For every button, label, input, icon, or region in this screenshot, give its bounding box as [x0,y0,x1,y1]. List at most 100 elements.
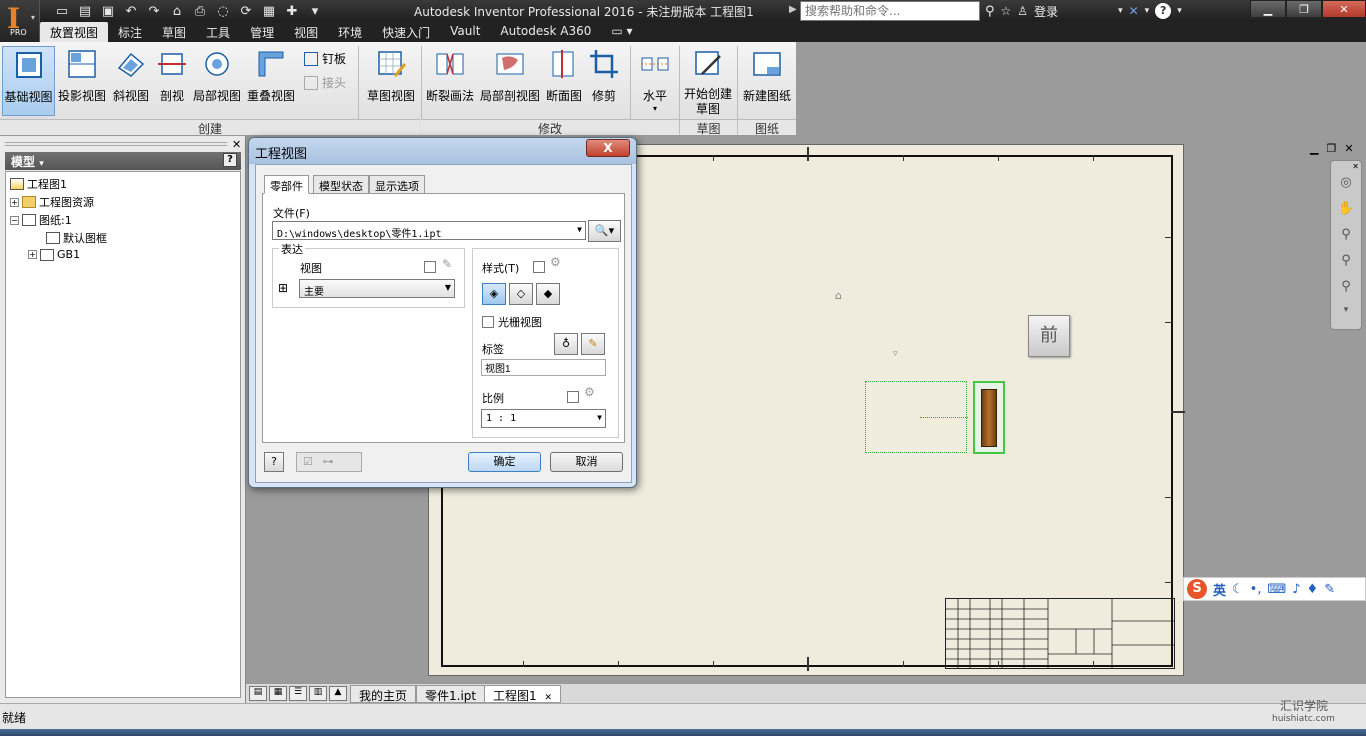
tab-my-home[interactable]: 我的主页 [350,685,417,703]
open-folder-icon[interactable]: ▤ [75,2,95,20]
slice-button[interactable]: 断面图 [544,46,584,116]
horizontal-align-button[interactable]: 水平 ▾ [634,46,676,116]
zoom-all-icon[interactable]: ⚲ [1335,279,1357,299]
tab-view[interactable]: 视图 [284,22,328,42]
moon-icon[interactable]: ☾ [1232,582,1244,597]
tree-item-title-block[interactable]: + GB1 [28,248,80,261]
login-label[interactable]: 登录 [1034,3,1058,20]
tab-annotate[interactable]: 标注 [108,22,152,42]
detail-view-button[interactable]: 局部视图 [191,46,243,116]
label-visibility-button[interactable]: ♁ [554,333,578,355]
doc-close-icon[interactable]: ✕ [1344,142,1353,155]
tab-manage[interactable]: 管理 [240,22,284,42]
tab-vault[interactable]: Vault [440,22,490,42]
navbar-close-icon[interactable]: ✕ [1352,162,1359,171]
add-icon[interactable]: ✚ [282,2,302,20]
doc-minimize-icon[interactable]: ▁ [1310,142,1318,155]
minimize-button[interactable]: ▁ [1250,0,1286,18]
raster-view-checkbox[interactable] [482,316,494,328]
view-associative-checkbox[interactable] [424,261,436,273]
help-dropdown-icon[interactable]: ▾ [1145,6,1150,16]
scale-associative-checkbox[interactable] [567,391,579,403]
part-preview[interactable] [973,381,1005,454]
nailboard-button[interactable]: 钉板 [304,50,346,67]
ime-language-toggle[interactable]: 英 [1213,580,1226,599]
document-list-icon[interactable]: ▲ [329,686,347,701]
tab-place-views[interactable]: 放置视图 [40,22,109,42]
browser-close-icon[interactable]: ✕ [232,138,241,151]
tree-item-drawing[interactable]: 工程图1 [10,176,67,192]
projected-view-button[interactable]: 投影视图 [57,46,107,116]
star-icon[interactable]: ☆ [1001,4,1012,18]
tab-environment[interactable]: 环境 [328,22,372,42]
tree-item-default-border[interactable]: 默认图框 [46,230,107,246]
new-file-icon[interactable]: ▭ [52,2,72,20]
measure-icon[interactable]: ▦ [259,2,279,20]
start-sketch-button[interactable]: 开始创建草图 [682,46,734,116]
home-icon[interactable]: ⌂ [167,2,187,20]
save-icon[interactable]: ▣ [98,2,118,20]
expand-icon[interactable]: + [28,250,37,259]
tab-get-started[interactable]: 快速入门 [372,22,440,42]
tab-drawing1[interactable]: 工程图1 ✕ [484,685,562,703]
keyboard-icon[interactable]: ⌨ [1267,582,1286,597]
pan-icon[interactable]: ✋ [1335,201,1357,221]
shaded-button[interactable]: ◆ [536,283,560,305]
viewcube-menu-icon[interactable]: ▿ [893,349,898,359]
application-menu-button[interactable]: I PRO ▾ [0,0,40,42]
select-icon[interactable]: ◌ [213,2,233,20]
update-icon[interactable]: ⟳ [236,2,256,20]
tree-item-drawing-resources[interactable]: + 工程图资源 [10,194,94,210]
redo-icon[interactable]: ↷ [144,2,164,20]
qat-dropdown-icon[interactable]: ▾ [305,2,325,20]
punctuation-icon[interactable]: •, [1250,582,1262,597]
browse-file-button[interactable]: 🔍▾ [588,220,621,242]
tab-model-state[interactable]: 模型状态 [313,175,369,194]
sogou-logo-icon[interactable]: S [1187,579,1207,599]
help-search-input[interactable] [800,1,980,21]
print-icon[interactable]: ⎙ [190,2,210,20]
navbar-dropdown-icon[interactable]: ▾ [1335,305,1357,325]
help-menu-dropdown-icon[interactable]: ▾ [1177,6,1182,16]
overlay-view-button[interactable]: 重叠视图 [245,46,297,116]
tab-overflow-icon[interactable]: ▭ ▾ [601,22,642,42]
voice-icon[interactable]: ♪ [1292,582,1300,597]
tree-item-sheet[interactable]: − 图纸:1 [10,212,72,228]
style-associative-checkbox[interactable] [533,261,545,273]
doc-restore-icon[interactable]: ❐ [1326,142,1336,155]
exchange-icon[interactable]: ✕ [1129,4,1139,18]
ok-button[interactable]: 确定 [468,452,541,472]
section-view-button[interactable]: 剖视 [155,46,189,116]
file-path-combo[interactable]: D:\windows\desktop\零件1.ipt ▼ [272,221,586,240]
tab-a360[interactable]: Autodesk A360 [490,22,601,42]
view-label-input[interactable] [481,359,606,376]
close-window-button[interactable]: ✕ [1322,0,1366,18]
collapse-icon[interactable]: − [10,215,19,225]
dialog-close-button[interactable]: X [586,139,630,157]
horizontal-layout-icon[interactable]: ☰ [289,686,307,701]
expand-icon[interactable]: + [10,197,19,207]
title-nav-arrow-icon[interactable]: ▶ [789,4,797,15]
view-combo[interactable]: 主要 ▼ [299,279,455,298]
break-button[interactable]: 断裂画法 [424,46,476,116]
new-sheet-button[interactable]: 新建图纸 [740,46,794,116]
steering-wheel-icon[interactable]: ◎ [1335,175,1357,195]
break-out-button[interactable]: 局部剖视图 [478,46,542,116]
zoom-window-icon[interactable]: ⚲ [1335,253,1357,273]
scale-combo[interactable]: 1 : 1 ▼ [481,409,606,428]
draft-view-button[interactable]: 草图视图 [364,46,418,116]
tile-layout-icon[interactable]: ▦ [269,686,287,701]
zoom-icon[interactable]: ⚲ [1335,227,1357,247]
viewcube[interactable]: 前 [1028,315,1070,357]
vertical-layout-icon[interactable]: ▥ [309,686,327,701]
binoculars-icon[interactable]: ⚲ [985,4,995,19]
login-dropdown-icon[interactable]: ▾ [1118,6,1123,16]
dialog-help-button[interactable]: ? [264,452,284,472]
viewcube-home-icon[interactable]: ⌂ [835,289,842,302]
tab-component[interactable]: 零部件 [264,175,309,194]
tab-display-options[interactable]: 显示选项 [369,175,425,194]
edit-label-button[interactable]: ✎ [581,333,605,355]
dialog-titlebar[interactable]: 工程视图 X [249,138,636,164]
hidden-line-removed-button[interactable]: ◇ [509,283,533,305]
cascade-layout-icon[interactable]: ▤ [249,686,267,701]
